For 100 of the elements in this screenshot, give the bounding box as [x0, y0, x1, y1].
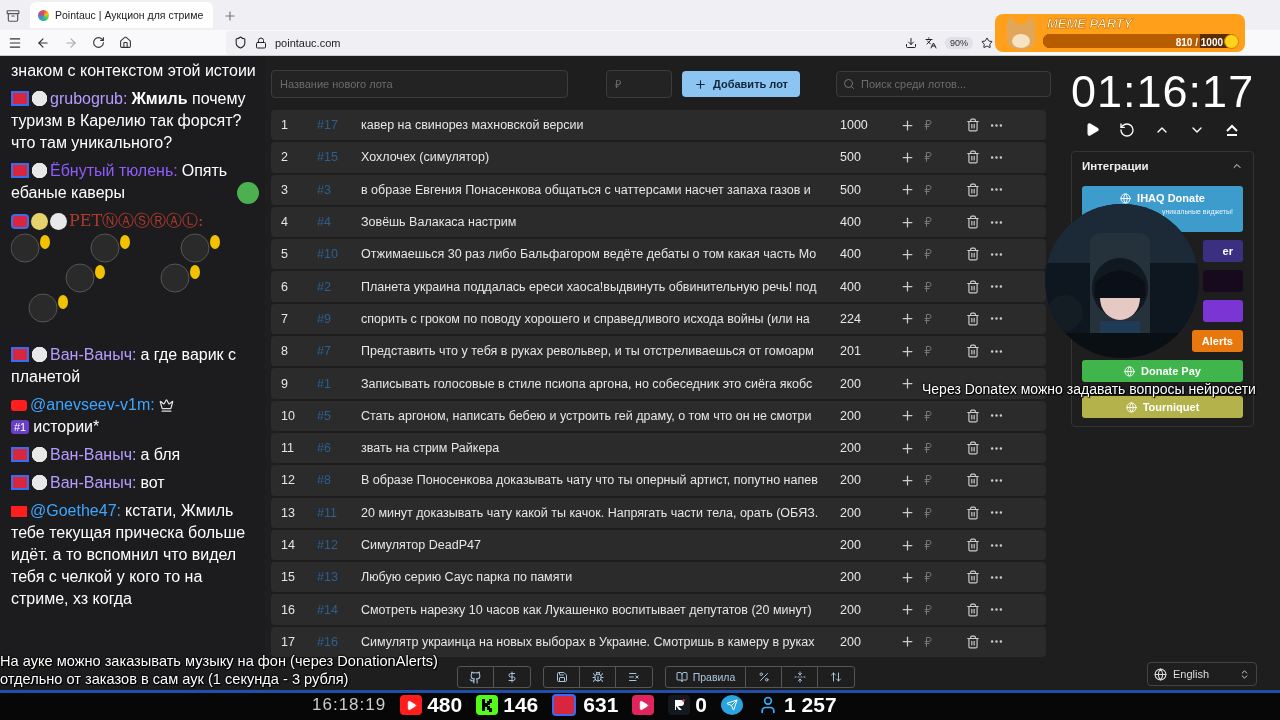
play-icon: [632, 695, 655, 715]
lot-index: 6: [281, 279, 289, 294]
chat-message: знаком с контекстом этой истоии: [11, 61, 256, 81]
progress-text: 810 / 1000: [1175, 37, 1223, 48]
lot-name-field[interactable]: Название нового лота: [271, 70, 568, 98]
lot-title: 20 минут доказывать чату какой ты качок. Напрягать части тела, орать (ОБЯЗ.: [361, 505, 820, 520]
shield-icon: [234, 36, 247, 49]
sort-icon: [830, 671, 842, 684]
lot-id: #2: [317, 279, 332, 294]
lot-title: Симулятр украинца на новых выборах в Украине. Смотришь в камеру в руках: [361, 634, 816, 649]
play-button[interactable]: [1085, 122, 1100, 138]
lot-id: #10: [317, 247, 339, 262]
percent-icon: [757, 671, 770, 684]
lot-id: #6: [317, 441, 332, 456]
lot-id: #8: [317, 473, 332, 488]
rules-button[interactable]: Правила: [666, 667, 746, 688]
telegram-icon: [721, 695, 743, 715]
lot-index: 4: [281, 215, 289, 230]
search-field[interactable]: Поиск среди лотов...: [836, 71, 1051, 97]
lot-id: #13: [317, 570, 339, 585]
emote-icon: [50, 212, 67, 230]
play-icon: [1085, 122, 1100, 137]
sidebar-icon[interactable]: [8, 35, 22, 50]
lot-amount: 200: [840, 570, 862, 585]
lot-amount: 200: [840, 505, 862, 520]
reset-icon: [1119, 122, 1135, 138]
compress-icon: [793, 671, 806, 684]
lock-icon: [255, 36, 267, 49]
lot-amount: 400: [840, 215, 862, 230]
lot-id: #12: [317, 538, 339, 552]
lot-amount: 400: [840, 279, 862, 294]
eject-button[interactable]: [1224, 122, 1240, 138]
lot-title: кавер на свинорез махновской версии: [361, 118, 585, 133]
viewer-count: 0: [695, 693, 707, 717]
lot-amount: 224: [840, 311, 862, 326]
widget-title: MEME PARTY: [1047, 16, 1133, 31]
lot-id: #14: [317, 602, 339, 617]
language-select[interactable]: English: [1147, 662, 1257, 686]
viewer-count: 631: [583, 693, 619, 717]
lot-amount: 200: [840, 538, 862, 552]
live-badge-icon: [552, 694, 577, 716]
timer: 01:16:17: [1071, 66, 1256, 118]
zoom-level[interactable]: 90%: [945, 36, 973, 49]
lot-title: Стать аргоном, написать бебею и устроить гей драму, о том что он не смотри: [361, 408, 813, 423]
eject-icon: [1224, 122, 1240, 138]
plus-icon: [694, 77, 707, 91]
lot-id: #16: [317, 634, 339, 649]
lot-title: в образе Евгения Понасенкова общаться с чаттерсами насчет запаха газов и: [361, 182, 812, 197]
lot-index: 12: [281, 473, 296, 488]
translate-icon[interactable]: [925, 36, 937, 49]
lot-title: Зовёшь Валакаса настрим: [361, 215, 518, 230]
live-badge-icon: [11, 213, 29, 229]
search-icon: [843, 78, 855, 90]
lot-index: 9: [281, 376, 289, 391]
clock: 16:18:19: [312, 695, 387, 715]
lot-index: 15: [281, 570, 296, 585]
lot-index: 3: [281, 182, 289, 197]
lot-title: Хохлочех (симулятор): [361, 150, 491, 165]
chat-text: истории*: [33, 417, 100, 437]
address-bar[interactable]: pointauc.com 90%: [226, 30, 1001, 55]
lot-title: Представить что у тебя в руках револьвер, и ты отстреливаешься от гомоарм: [361, 344, 815, 359]
lot-amount: 201: [840, 344, 862, 359]
amount-field[interactable]: ₽: [606, 70, 672, 98]
lot-amount: 200: [840, 408, 862, 423]
add-lot-button[interactable]: Добавить лот: [682, 71, 800, 97]
lot-title: Записывать голосовые в стиле псиопа аргона, но собеседник это сиёга якобс: [361, 376, 814, 391]
bookmark-star-icon[interactable]: [981, 36, 993, 49]
youtube-icon: [400, 695, 423, 715]
lot-index: 17: [281, 634, 296, 649]
home-icon[interactable]: [119, 36, 132, 49]
dollar-icon: [506, 671, 518, 684]
lot-amount: 200: [840, 634, 862, 649]
tab-groups-icon[interactable]: [6, 9, 20, 23]
youtube-icon: [11, 399, 27, 411]
lot-index: 16: [281, 602, 296, 617]
subtitle: На ауке можно заказывать музыку на фон (через DonationAlerts) отдельно от заказов в сам аук (1 секунда - 3 рубля): [0, 652, 439, 688]
lot-id: #1: [317, 376, 332, 391]
lot-title: Смотреть нарезку 10 часов как Лукашенко воспитывает депутатов (20 минут): [361, 602, 813, 617]
reset-button[interactable]: [1119, 122, 1135, 138]
lot-title: Отжимаешься 30 раз либо Бальфагором ведёте дебаты о том какая часть Мо: [361, 247, 818, 262]
lot-id: #9: [317, 311, 332, 326]
github-icon: [469, 670, 482, 684]
browser-tab[interactable]: Pointauc | Аукцион для стриме: [30, 2, 214, 28]
lot-title: Симулятор DeadP47: [361, 538, 482, 552]
globe-icon: [1154, 667, 1167, 681]
book-icon: [675, 671, 688, 684]
lot-amount: 200: [840, 376, 862, 391]
glass-icon: [31, 212, 48, 230]
lot-amount: 500: [840, 150, 862, 165]
lot-title: Любую серию Саус парка по памяти: [361, 570, 574, 585]
viewer-count: 146: [503, 693, 539, 717]
rutube-icon: [668, 695, 691, 715]
lot-amount: 200: [840, 441, 862, 456]
lot-index: 2: [281, 150, 289, 165]
back-icon[interactable]: [36, 35, 50, 50]
integration-button[interactable]: er: [1203, 240, 1243, 262]
download-icon[interactable]: [905, 36, 917, 49]
lot-title: звать на стрим Райкера: [361, 441, 501, 456]
reload-icon[interactable]: [92, 36, 105, 49]
lot-title: Планета украина поддалась ереси хаоса!выдвинуть обвинительную речь! под: [361, 279, 818, 294]
